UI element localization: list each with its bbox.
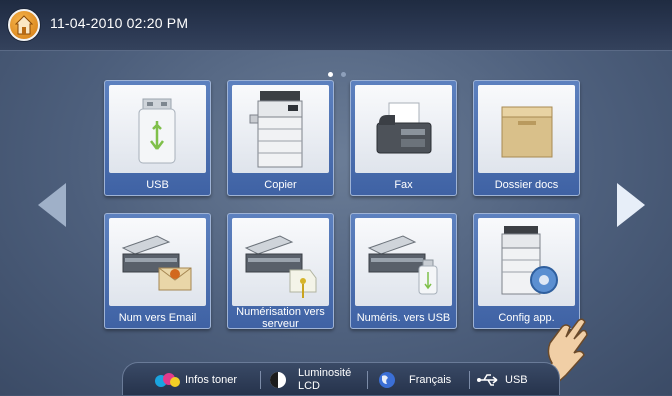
tile-scan-to-usb[interactable]: Numéris. vers USB xyxy=(350,213,457,329)
tile-label: Copier xyxy=(264,179,297,191)
bottom-status-bar: Infos toner Luminosité LCD Français USB xyxy=(122,362,560,395)
usb-label: USB xyxy=(505,374,528,386)
brightness-label-line1: Luminosité xyxy=(298,367,352,379)
scan-to-email-icon xyxy=(121,235,192,291)
document-box-icon xyxy=(501,106,553,158)
usb-drive-icon xyxy=(138,98,176,164)
tile-scan-to-email[interactable]: Num vers Email xyxy=(104,213,211,329)
page-dot-2 xyxy=(341,72,346,77)
tile-copier[interactable]: Copier xyxy=(227,80,334,196)
brightness-icon xyxy=(270,372,286,388)
toner-icon xyxy=(155,373,180,387)
tile-label: Dossier docs xyxy=(494,179,559,191)
prev-page-arrow[interactable] xyxy=(38,183,66,227)
lcd-brightness-button[interactable]: Luminosité LCD xyxy=(268,363,363,396)
divider xyxy=(469,371,470,389)
tile-document-box[interactable]: Dossier docs xyxy=(473,80,580,196)
fax-icon xyxy=(376,102,432,154)
language-label: Français xyxy=(409,374,452,386)
scan-to-server-icon xyxy=(244,235,317,298)
tile-label: USB xyxy=(146,179,169,191)
tile-label: Fax xyxy=(394,179,413,191)
next-page-arrow[interactable] xyxy=(617,183,645,227)
top-bar: 11-04-2010 02:20 PM xyxy=(0,0,672,51)
copier-icon xyxy=(249,91,303,168)
divider xyxy=(260,371,261,389)
page-dot-1 xyxy=(328,72,333,77)
globe-icon xyxy=(379,372,395,388)
date-time: 11-04-2010 02:20 PM xyxy=(50,15,189,31)
usb-status-button[interactable]: USB xyxy=(477,363,547,396)
toner-label: Infos toner xyxy=(185,374,237,386)
home-icon xyxy=(15,15,33,35)
tile-fax[interactable]: Fax xyxy=(350,80,457,196)
home-button[interactable] xyxy=(8,9,40,41)
language-button[interactable]: Français xyxy=(377,363,467,396)
scan-to-usb-icon xyxy=(367,235,438,295)
tile-label: Numéris. vers USB xyxy=(356,312,451,324)
tile-scan-to-server[interactable]: Numérisation vers serveur xyxy=(227,213,334,330)
tile-label: Num vers Email xyxy=(118,312,197,324)
divider xyxy=(367,371,368,389)
machine-setup-icon xyxy=(501,226,558,295)
brightness-label-line2: LCD xyxy=(298,380,321,392)
toner-info-button[interactable]: Infos toner xyxy=(153,363,258,396)
usb-symbol-icon xyxy=(477,374,498,386)
tile-label: Numérisation vers serveur xyxy=(236,306,325,330)
tile-usb[interactable]: USB xyxy=(104,80,211,196)
